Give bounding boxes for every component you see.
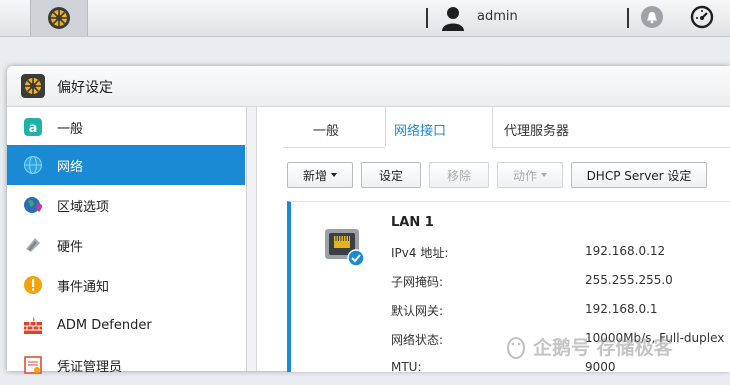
- sidebar-item-label: 区域选项: [57, 199, 110, 215]
- sidebar-item-region[interactable]: 区域选项: [7, 185, 245, 225]
- watermark: 企鹅号 存储极客: [505, 333, 673, 360]
- remove-button-label: 移除: [446, 168, 471, 183]
- sidebar-item-adm-defender[interactable]: ADM Defender: [7, 305, 245, 345]
- separator: [627, 8, 629, 28]
- top-taskbar: admin: [0, 0, 730, 37]
- user-icon[interactable]: [440, 5, 466, 31]
- mtu-value: 9000: [585, 360, 616, 374]
- subnet-mask-value: 255.255.255.0: [585, 273, 673, 287]
- tab-bar: 一般 网络接口 代理服务器: [283, 107, 730, 148]
- gateway-value: 192.168.0.1: [585, 302, 658, 316]
- add-button-label: 新增: [302, 168, 327, 183]
- add-button[interactable]: 新增: [287, 162, 353, 188]
- tab-proxy-server[interactable]: 代理服务器: [504, 120, 569, 139]
- main-content: 一般 网络接口 代理服务器 新增 设定 移除 动作 DHCP Server 设定: [257, 107, 730, 374]
- sidebar-item-label: 硬件: [57, 239, 84, 255]
- dhcp-button-label: DHCP Server 设定: [586, 168, 692, 183]
- sidebar-item-label: 凭证管理员: [57, 359, 123, 375]
- ethernet-port-icon: [325, 229, 365, 267]
- sidebar-item-label: 一般: [57, 121, 84, 137]
- sidebar-item-hardware[interactable]: 硬件: [7, 225, 245, 265]
- ipv4-value: 192.168.0.12: [585, 244, 666, 258]
- bell-icon[interactable]: [641, 6, 663, 28]
- notification-icon: [22, 274, 44, 296]
- window-titlebar[interactable]: 偏好设定: [7, 66, 730, 107]
- region-icon: [22, 194, 44, 216]
- remove-button[interactable]: 移除: [429, 162, 489, 188]
- sidebar-item-general[interactable]: a 一般: [7, 107, 245, 147]
- dashboard-icon[interactable]: [690, 5, 714, 29]
- svg-text:a: a: [29, 121, 38, 136]
- chevron-down-icon: [541, 173, 547, 177]
- certificate-icon: [22, 354, 44, 376]
- settings-button[interactable]: 设定: [361, 162, 421, 188]
- user-name[interactable]: admin: [477, 9, 518, 24]
- window-title: 偏好设定: [57, 80, 113, 96]
- sidebar-item-label: 网络: [57, 159, 84, 175]
- settings-button-label: 设定: [378, 168, 403, 183]
- hardware-icon: [22, 234, 44, 256]
- sidebar-item-network[interactable]: 网络: [7, 145, 245, 185]
- sidebar-scrollbar[interactable]: [247, 107, 257, 371]
- action-button[interactable]: 动作: [497, 162, 563, 188]
- preferences-icon: [21, 74, 45, 98]
- preferences-app-button[interactable]: [30, 0, 88, 36]
- ipv4-label: IPv4 地址:: [391, 246, 449, 260]
- gateway-label: 默认网关:: [391, 304, 444, 318]
- sidebar-item-label: ADM Defender: [57, 317, 152, 333]
- watermark-text: 企鹅号 存储极客: [533, 337, 673, 359]
- globe-icon: [22, 154, 44, 176]
- lan-name: LAN 1: [391, 215, 434, 230]
- chevron-down-icon: [331, 173, 337, 177]
- tab-network-interface[interactable]: 网络接口: [394, 120, 446, 139]
- network-status-label: 网络状态:: [391, 333, 444, 347]
- action-button-label: 动作: [512, 168, 537, 183]
- mtu-label: MTU:: [391, 360, 422, 374]
- general-icon: a: [22, 116, 44, 138]
- sidebar-item-notification[interactable]: 事件通知: [7, 265, 245, 305]
- dhcp-server-settings-button[interactable]: DHCP Server 设定: [571, 162, 707, 188]
- sidebar-item-certificate[interactable]: 凭证管理员: [7, 345, 245, 385]
- tab-general[interactable]: 一般: [313, 120, 339, 139]
- sidebar-item-label: 事件通知: [57, 279, 110, 295]
- subnet-mask-label: 子网掩码:: [391, 275, 444, 289]
- active-tab-gap: [385, 146, 492, 148]
- penguin-icon: [507, 336, 525, 359]
- sidebar: a 一般 网络 区域选项 硬件 事件通知 ADM Defender 凭证管理员: [7, 107, 247, 375]
- preferences-icon: [48, 7, 70, 29]
- separator: [426, 8, 428, 28]
- preferences-window: 偏好设定 a 一般 网络 区域选项 硬件 事件通知 ADM Defender 凭…: [7, 66, 730, 375]
- firewall-icon: [22, 314, 44, 336]
